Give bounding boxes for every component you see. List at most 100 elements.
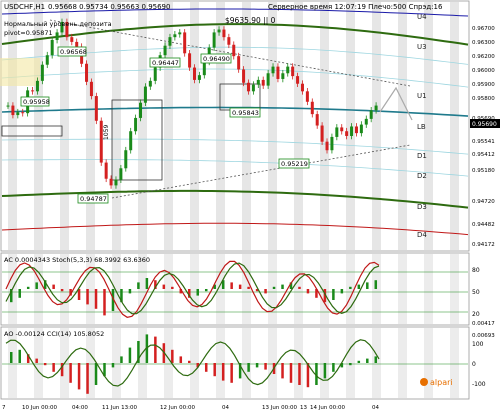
session-stripe <box>398 2 407 250</box>
candle-body <box>35 80 39 92</box>
ao-bar <box>128 347 132 363</box>
session-stripe <box>424 254 433 324</box>
ao-bar <box>171 349 174 363</box>
candle-body <box>212 32 216 48</box>
ao-bar <box>111 363 115 368</box>
candle-body <box>232 44 236 57</box>
ao-bar <box>281 363 284 379</box>
ao-bar <box>86 363 89 394</box>
session-stripe <box>268 2 277 250</box>
pivot-label: pivot=0.95871 <box>4 29 53 37</box>
level-d4: D4 <box>417 231 427 239</box>
ao-bar <box>213 363 216 377</box>
session-stripe <box>294 2 303 250</box>
annotation-high-1: 0.96568 <box>60 48 87 56</box>
level-d3: D3 <box>417 203 427 211</box>
ao-axis-minus100: -100 <box>472 381 486 388</box>
candle-body <box>340 127 344 132</box>
session-stripe <box>190 2 199 250</box>
ac-bar <box>128 289 132 294</box>
ao-bar <box>188 360 191 363</box>
ac-bar <box>264 289 267 294</box>
account-label: $9635.90 || 0 <box>225 16 276 25</box>
price-tick: 0.94482 <box>472 222 495 228</box>
ac-bar <box>366 282 369 289</box>
ac-bar <box>60 289 64 292</box>
candle-body <box>16 112 20 116</box>
candle-body <box>45 55 49 65</box>
session-stripe <box>268 328 277 398</box>
candle-body <box>217 29 221 33</box>
candle-body <box>70 37 74 42</box>
candle-body <box>237 56 241 70</box>
candle-body <box>124 150 128 169</box>
ao-bar <box>289 363 293 383</box>
ac-bar <box>340 289 344 294</box>
candle-body <box>261 79 265 86</box>
highlight-zone <box>0 58 40 86</box>
candle-body <box>276 66 280 79</box>
deposit-label: Нормальный уровень депозита <box>4 20 112 28</box>
candle-body <box>89 81 93 97</box>
session-stripe <box>450 254 459 324</box>
ac-bar <box>238 284 242 289</box>
level-d1: D1 <box>417 152 427 160</box>
time-tick: 14 Jun 00:00 <box>310 405 345 411</box>
ao-axis-100: 100 <box>472 341 484 348</box>
chart-canvas: USDCHF,H1 0.95668 0.95734 0.95663 0.9569… <box>0 0 500 411</box>
time-tick: 12 Jun 00:00 <box>160 405 195 411</box>
candle-body <box>227 37 231 45</box>
session-stripe <box>450 2 459 250</box>
ao-bar <box>374 356 378 363</box>
ao-bar <box>323 363 327 379</box>
ao-axis-0: 0 <box>472 361 476 368</box>
ac-bar <box>204 289 208 292</box>
price-tick: 0.95180 <box>472 168 495 174</box>
candle-body <box>119 168 123 180</box>
ac-bar <box>162 284 166 289</box>
candle-body <box>256 79 260 85</box>
time-tick: 10 Jun 00:00 <box>22 405 57 411</box>
symbol-label: USDCHF,H1 <box>4 3 45 11</box>
session-stripe <box>34 254 43 324</box>
candle-body <box>197 75 201 80</box>
candle-body <box>369 110 373 119</box>
ao-axis-secondary: 0.00693 <box>472 333 495 339</box>
time-tick: 04:00 <box>72 405 88 411</box>
session-stripe <box>398 328 407 398</box>
candle-body <box>114 179 118 186</box>
ac-bar <box>332 289 335 300</box>
level-u1: U1 <box>417 92 427 100</box>
ao-bar <box>120 356 123 363</box>
session-stripe <box>346 2 355 250</box>
ao-bar <box>349 363 352 366</box>
candle-body <box>188 53 192 68</box>
candle-body <box>246 82 250 92</box>
ao-bar <box>77 363 81 390</box>
session-stripe <box>34 328 43 398</box>
candle-body <box>325 141 329 151</box>
candle-body <box>281 73 285 79</box>
time-tick: 13 Jun 00:00 <box>262 405 297 411</box>
ohlc-label: 0.95668 0.95734 0.95663 0.95690 <box>48 3 170 11</box>
candle-body <box>305 91 309 102</box>
ao-bar <box>332 363 335 372</box>
ac-bar <box>35 282 38 289</box>
chart-window: USDCHF,H1 0.95668 0.95734 0.95663 0.9569… <box>0 0 500 413</box>
ac-bar <box>103 289 106 316</box>
candle-body <box>129 131 133 151</box>
session-stripe <box>398 254 407 324</box>
ao-bar <box>52 363 55 372</box>
candle-body <box>148 80 152 87</box>
ac-bar <box>18 289 21 298</box>
candle-body <box>153 67 157 81</box>
candle-body <box>143 86 147 103</box>
logo-text: alpari <box>430 378 453 387</box>
ac-axis-50: 50 <box>472 289 480 296</box>
ac-bar <box>247 286 250 289</box>
level-lb: LB <box>417 123 426 131</box>
time-axis: 7 10 Jun 00:00 04:00 11 Jun 13:00 12 Jun 00:… <box>2 405 379 411</box>
ao-bar <box>69 363 72 383</box>
price-axis: 0.96700 0.96300 0.96200 0.96000 0.95900 0.958… <box>472 26 495 248</box>
candle-body <box>320 125 324 142</box>
